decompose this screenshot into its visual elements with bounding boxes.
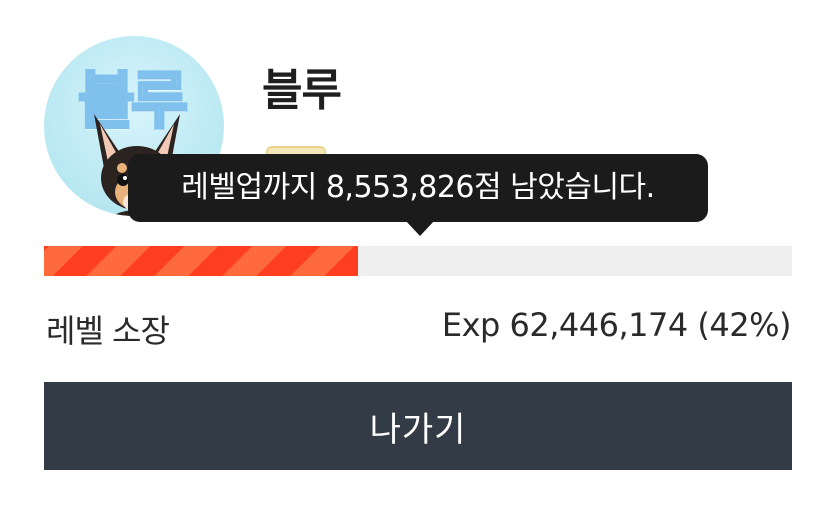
tooltip-arrow: [405, 220, 435, 236]
level-label: 레벨 소장: [46, 312, 170, 350]
level-up-tooltip: 레벨업까지 8,553,826점 남았습니다.: [128, 154, 708, 222]
exit-button[interactable]: 나가기: [44, 382, 792, 470]
username: 블루: [262, 65, 342, 116]
exp-value: Exp 62,446,174 (42%): [441, 306, 792, 344]
exp-progress-fill: [44, 246, 359, 276]
exp-progress-bar: [44, 246, 792, 276]
